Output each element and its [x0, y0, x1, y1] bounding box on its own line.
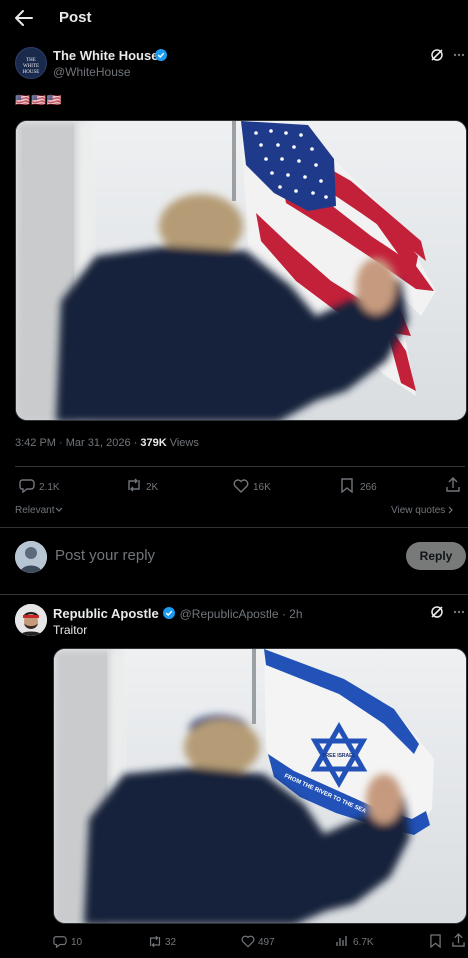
author-handle[interactable]: @WhiteHouse: [53, 65, 131, 79]
repost-count: 2K: [146, 482, 159, 493]
grok-icon[interactable]: [430, 605, 444, 619]
sort-selector[interactable]: Relevant: [15, 505, 63, 516]
post-image-illustration: [16, 121, 466, 420]
avatar-logo-text: THE WHITE HOUSE: [22, 58, 40, 75]
bookmark-icon[interactable]: [430, 934, 441, 948]
repost-icon[interactable]: [147, 935, 163, 948]
repost-count: 32: [165, 937, 177, 948]
like-count: 16K: [253, 482, 271, 493]
like-count: 497: [258, 937, 275, 948]
sort-label: Relevant: [15, 505, 55, 516]
reply-button[interactable]: Reply: [406, 542, 466, 570]
reply-text: Traitor: [53, 623, 88, 637]
flag-star-text: FREE ISRAEL: [322, 753, 355, 759]
views-chart-icon[interactable]: [336, 935, 348, 947]
reply-image[interactable]: FREE ISRAEL FROM THE RIVER TO THE SEA: [53, 648, 467, 924]
post-image[interactable]: [15, 120, 467, 421]
share-icon[interactable]: [446, 477, 460, 493]
reply-icon[interactable]: [19, 478, 35, 493]
chevron-down-icon: [55, 507, 63, 513]
reply-count: 2.1K: [39, 482, 60, 493]
view-quotes-link[interactable]: View quotes: [391, 505, 454, 516]
divider: [0, 594, 468, 595]
verified-badge-icon: [155, 49, 167, 61]
like-icon[interactable]: [241, 935, 255, 948]
more-options-icon[interactable]: [453, 53, 465, 57]
share-icon[interactable]: [452, 933, 465, 948]
views-count: 379K: [140, 437, 167, 449]
reply-header: Republic Apostle @RepublicApostle · 2h: [53, 605, 303, 623]
views-label: Views: [166, 437, 199, 449]
reply-input[interactable]: Post your reply: [55, 547, 155, 564]
divider: [0, 527, 468, 528]
view-quotes-label: View quotes: [391, 505, 446, 516]
reply-image-illustration: FREE ISRAEL FROM THE RIVER TO THE SEA: [54, 649, 466, 923]
author-name[interactable]: The White House: [53, 48, 158, 63]
post-timestamp[interactable]: 3:42 PM · Mar 31, 2026 ·: [15, 437, 140, 449]
reply-count: 10: [71, 937, 83, 948]
bookmark-icon[interactable]: [341, 478, 353, 493]
user-avatar[interactable]: [15, 541, 47, 573]
grok-icon[interactable]: [430, 48, 444, 62]
republic-apostle-avatar[interactable]: [15, 604, 47, 636]
bookmark-count: 266: [360, 482, 377, 493]
verified-badge-icon: [163, 607, 176, 619]
views-count: 6.7K: [353, 937, 374, 948]
back-arrow-icon[interactable]: [14, 9, 34, 27]
like-icon[interactable]: [233, 479, 249, 493]
white-house-avatar[interactable]: THE WHITE HOUSE: [15, 47, 47, 79]
reply-author-name[interactable]: Republic Apostle: [53, 606, 159, 621]
reply-icon[interactable]: [53, 935, 67, 948]
chevron-right-icon: [448, 506, 454, 514]
repost-icon[interactable]: [125, 478, 143, 492]
divider: [15, 466, 465, 467]
post-timestamp-row: 3:42 PM · Mar 31, 2026 · 379K Views: [15, 437, 199, 449]
post-text: 🇺🇸🇺🇸🇺🇸: [15, 93, 63, 107]
page-title: Post: [59, 9, 92, 26]
more-options-icon[interactable]: [453, 610, 465, 614]
reply-author-handle[interactable]: @RepublicApostle · 2h: [180, 607, 303, 621]
